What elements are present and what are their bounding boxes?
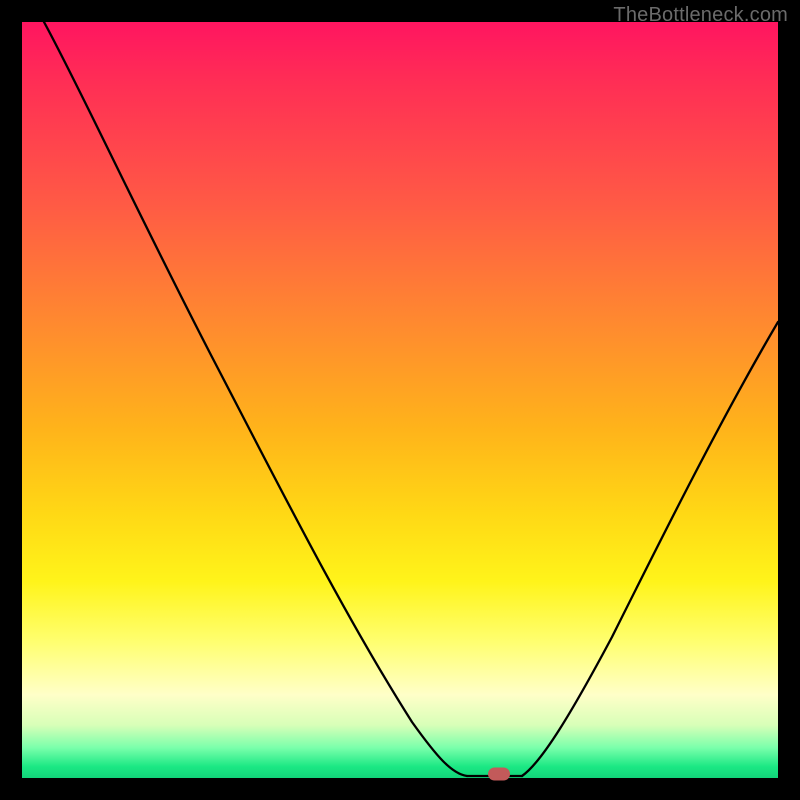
watermark-text: TheBottleneck.com xyxy=(613,4,788,27)
bottleneck-curve xyxy=(22,22,778,778)
chart-frame: TheBottleneck.com xyxy=(0,0,800,800)
optimum-marker xyxy=(488,768,510,781)
plot-area xyxy=(22,22,778,778)
